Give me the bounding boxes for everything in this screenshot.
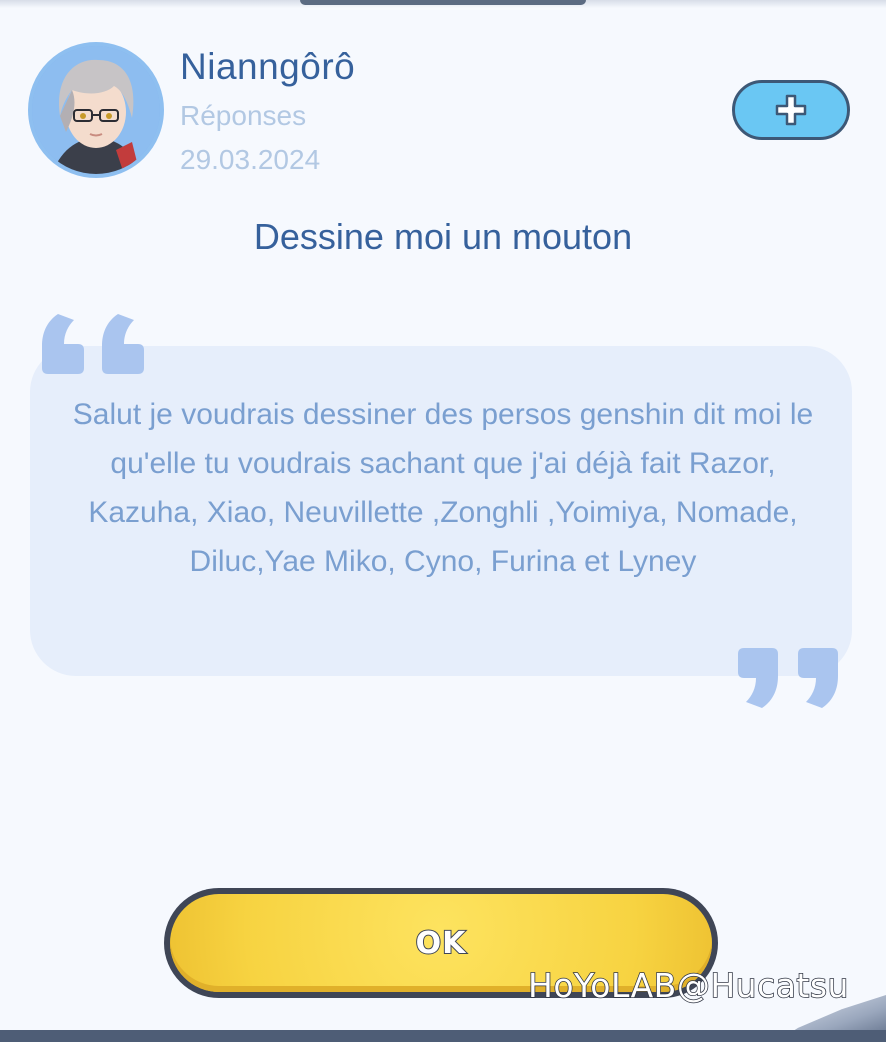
top-border-accent [300, 0, 586, 5]
message-text: Salut je voudrais dessiner des persos ge… [72, 398, 814, 578]
avatar[interactable] [28, 42, 164, 178]
plus-icon [775, 94, 807, 126]
follow-add-button[interactable] [732, 80, 850, 140]
post-category: Réponses [180, 100, 307, 131]
post-date: 29.03.2024 [180, 144, 321, 175]
dialog-frame: Nianngôrô Réponses 29.03.2024 Dessine mo… [0, 0, 886, 1042]
ok-button-label: OK [415, 925, 467, 962]
avatar-portrait-icon [32, 46, 160, 174]
post-title: Dessine moi un mouton [253, 216, 633, 257]
close-quote-icon [736, 644, 842, 715]
watermark: HoYoLAB@Hucatsu [527, 965, 849, 1006]
username[interactable]: Nianngôrô [180, 46, 355, 88]
open-quote-icon [38, 312, 148, 383]
bottom-border [0, 1030, 886, 1042]
